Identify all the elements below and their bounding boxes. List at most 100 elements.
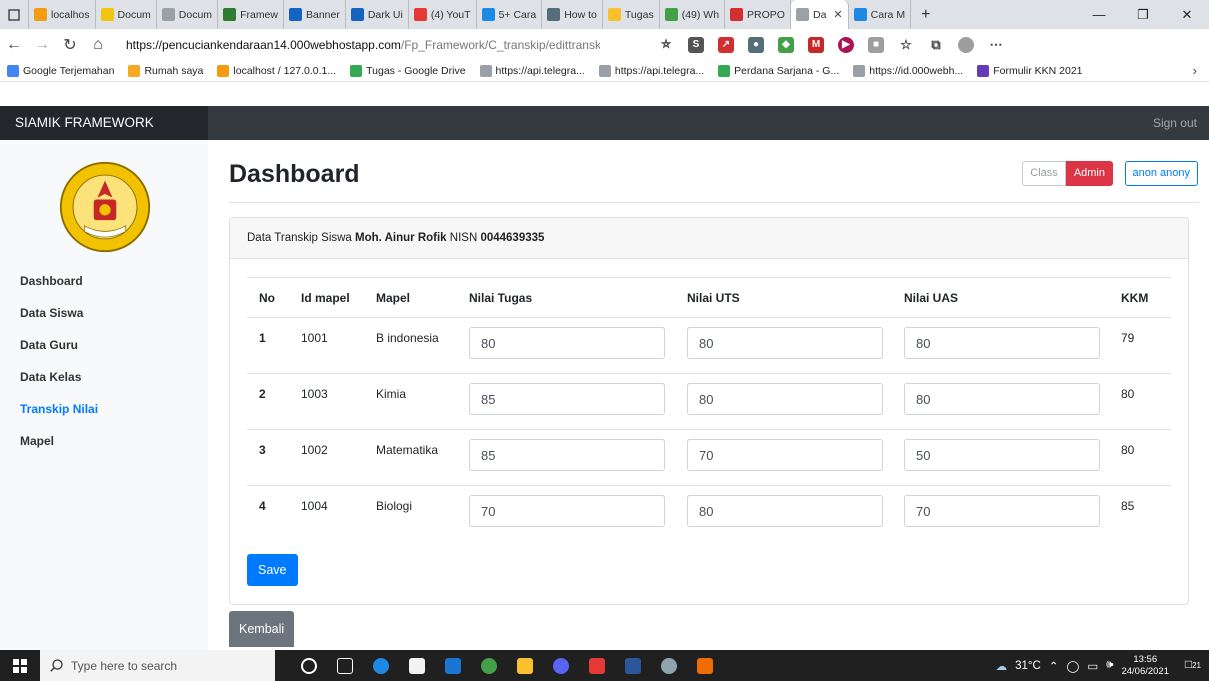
bookmark-item[interactable]: https://id.000webh... [846, 64, 970, 77]
nilai-tugas-input[interactable] [469, 495, 665, 527]
browser-tab[interactable]: Banner [284, 0, 346, 29]
discord-icon[interactable] [553, 657, 569, 674]
bookmark-item[interactable]: Formulir KKN 2021 [970, 64, 1089, 77]
browser-tab[interactable]: Docum [157, 0, 219, 29]
browser-tab[interactable]: 5+ Cara [477, 0, 543, 29]
edge-icon[interactable] [373, 657, 389, 674]
nilai-tugas-input[interactable] [469, 327, 665, 359]
sidebar-item-data-kelas[interactable]: Data Kelas [0, 361, 208, 393]
system-tray: ☁ 31°C ⌃ ◯ ▭ 🕪 13:56 24/06/2021 [996, 650, 1169, 681]
browser-tab[interactable]: (4) YouT [409, 0, 477, 29]
nilai-uts-input[interactable] [687, 383, 883, 415]
clock[interactable]: 13:56 24/06/2021 [1121, 654, 1169, 678]
taskbar-search[interactable]: Type here to search [40, 650, 275, 681]
sidebar-item-dashboard[interactable]: Dashboard [0, 265, 208, 297]
browser-tab[interactable]: Framew [218, 0, 284, 29]
user-button[interactable]: anon anony [1124, 161, 1198, 186]
minimize-button[interactable]: — [1077, 0, 1121, 29]
nilai-uas-input[interactable] [904, 495, 1100, 527]
admin-button[interactable]: Admin [1065, 161, 1113, 186]
weather-icon: ☁ [995, 660, 1008, 673]
sidebar-item-transkip-nilai[interactable]: Transkip Nilai [0, 393, 208, 425]
nilai-uts-input[interactable] [687, 495, 883, 527]
table-row: 41004Biologi 85 [247, 485, 1171, 542]
favorites-icon[interactable]: ☆ [898, 37, 914, 53]
nilai-uas-input[interactable] [904, 439, 1100, 471]
browser-tab[interactable]: Cara M [849, 0, 912, 29]
browser-tab[interactable]: Tugas [603, 0, 660, 29]
reload-button[interactable]: ↻ [56, 35, 84, 55]
nilai-uas-input[interactable] [904, 327, 1100, 359]
extension-arrow-icon[interactable]: ↗ [718, 36, 734, 53]
nilai-uas-input[interactable] [904, 383, 1100, 415]
bookmark-item[interactable]: Tugas - Google Drive [343, 64, 472, 77]
class-button[interactable]: Class [1022, 161, 1066, 186]
nilai-tugas-cell [457, 373, 675, 430]
read-aloud-icon[interactable]: ⛤ [658, 37, 674, 53]
student-name: Moh. Ainur Rofik [355, 232, 447, 244]
bookmark-item[interactable]: Google Terjemahan [0, 64, 121, 77]
app-brand[interactable]: SIAMIK FRAMEWORK [0, 106, 208, 140]
bookmark-item[interactable]: Rumah saya [121, 64, 210, 77]
column-header: Mapel [364, 277, 457, 318]
browser-tab[interactable]: How to [542, 0, 603, 29]
nilai-uts-input[interactable] [687, 439, 883, 471]
start-button[interactable] [0, 658, 40, 673]
nilai-tugas-input[interactable] [469, 439, 665, 471]
app-figure-icon[interactable] [697, 657, 713, 674]
more-menu-icon[interactable]: ⋯ [988, 37, 1004, 53]
sidebar-item-data-siswa[interactable]: Data Siswa [0, 297, 208, 329]
new-tab-button[interactable]: + [911, 6, 940, 24]
mail-icon[interactable] [445, 657, 461, 674]
file-explorer-icon[interactable] [517, 657, 533, 674]
close-tab-icon[interactable]: ✕ [833, 8, 842, 21]
extension-s-icon[interactable]: S [688, 36, 704, 53]
nilai-uts-input[interactable] [687, 327, 883, 359]
profile-avatar-icon[interactable] [958, 36, 974, 53]
bookmark-item[interactable]: localhost / 127.0.0.1... [210, 64, 343, 77]
store-icon[interactable] [409, 657, 425, 674]
save-button[interactable]: Save [247, 554, 298, 586]
extension-leaf-icon[interactable]: ◆ [778, 36, 794, 53]
browser-tab[interactable]: Dark Ui [346, 0, 409, 29]
extension-puzzle-icon[interactable]: ■ [868, 36, 884, 53]
chrome-icon[interactable] [481, 657, 497, 674]
tab-label: (49) Wh [681, 8, 720, 21]
word-icon[interactable] [625, 657, 641, 674]
sign-out-link[interactable]: Sign out [1153, 106, 1197, 140]
collections-icon[interactable]: ⧉ [928, 37, 944, 53]
volume-icon[interactable]: 🕪 [1106, 659, 1113, 672]
notification-button[interactable]: □21 [1185, 657, 1201, 671]
back-button[interactable]: ← [0, 36, 28, 54]
weather-temp[interactable]: 31°C [1015, 660, 1041, 672]
battery-icon[interactable]: ▭ [1087, 659, 1098, 673]
extension-m-icon[interactable]: M [808, 36, 824, 53]
maximize-button[interactable]: ❐ [1121, 0, 1165, 29]
task-view-icon[interactable] [337, 657, 353, 674]
app-yellow-icon[interactable] [589, 657, 605, 674]
close-window-button[interactable]: ✕ [1165, 0, 1209, 29]
browser-tab[interactable]: (49) Wh [660, 0, 726, 29]
bookmark-item[interactable]: Perdana Sarjana - G... [711, 64, 846, 77]
home-button[interactable]: ⌂ [84, 36, 112, 54]
sidebar-item-mapel[interactable]: Mapel [0, 425, 208, 457]
extension-chat-icon[interactable]: ● [748, 36, 764, 53]
browser-tab[interactable]: PROPO [725, 0, 791, 29]
tab-actions-button[interactable] [0, 0, 29, 29]
url-field[interactable]: https://pencuciankendaraan14.000webhosta… [120, 38, 600, 52]
cortana-icon[interactable] [301, 657, 317, 674]
network-icon[interactable]: ◯ [1066, 659, 1079, 673]
nilai-tugas-input[interactable] [469, 383, 665, 415]
browser-tab[interactable]: localhos [29, 0, 96, 29]
bookmarks-overflow-icon[interactable]: › [1193, 63, 1197, 78]
app-bird-icon[interactable] [661, 657, 677, 674]
browser-tab[interactable]: Docum [96, 0, 157, 29]
bookmark-item[interactable]: https://api.telegra... [473, 64, 592, 77]
extension-play-icon[interactable]: ▶ [838, 36, 854, 53]
kembali-button[interactable]: Kembali [229, 611, 295, 647]
sidebar-item-data-guru[interactable]: Data Guru [0, 329, 208, 361]
bookmark-item[interactable]: https://api.telegra... [592, 64, 711, 77]
forward-button[interactable]: → [28, 36, 56, 54]
tray-chevron-icon[interactable]: ⌃ [1049, 659, 1059, 673]
browser-tab[interactable]: Da ✕ [790, 0, 849, 29]
